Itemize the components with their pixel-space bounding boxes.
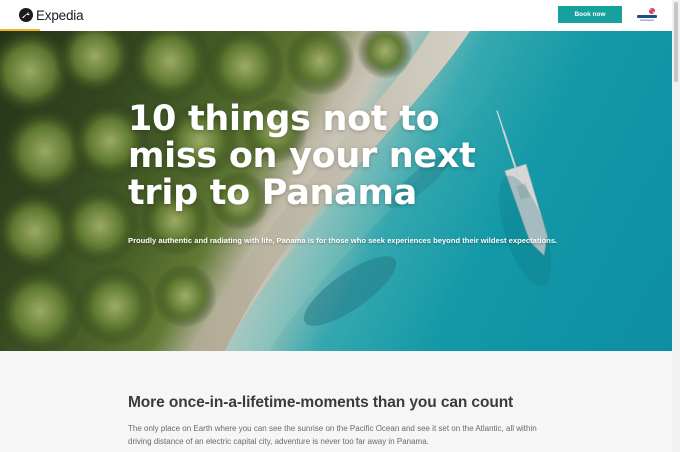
book-now-button[interactable]: Book now <box>558 6 622 23</box>
expedia-plane-icon <box>19 8 33 22</box>
site-header: Expedia Book now <box>0 0 672 31</box>
hero-title: 10 things not to miss on your next trip … <box>128 99 476 213</box>
expedia-logo[interactable]: Expedia <box>19 7 84 23</box>
hero-banner: 10 things not to miss on your next trip … <box>0 31 672 351</box>
section-body-text: The only place on Earth where you can se… <box>128 424 537 446</box>
panama-logo-icon[interactable] <box>635 6 659 24</box>
section-heading: More once-in-a-lifetime-moments than you… <box>128 394 514 411</box>
logo-text: Expedia <box>36 7 84 23</box>
hero-subtitle: Proudly authentic and radiating with lif… <box>128 236 558 245</box>
page-scrollbar-thumb[interactable] <box>674 2 678 82</box>
